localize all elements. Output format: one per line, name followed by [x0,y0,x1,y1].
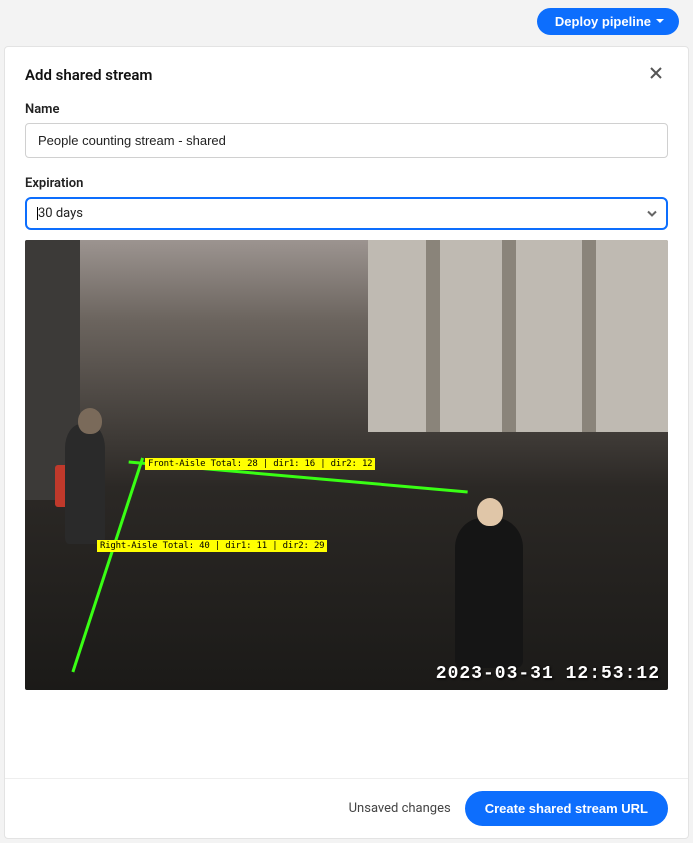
modal-footer: Unsaved changes Create shared stream URL [5,778,688,838]
expiration-value: 30 days [38,206,83,221]
deploy-pipeline-label: Deploy pipeline [555,14,651,29]
deploy-pipeline-button[interactable]: Deploy pipeline [537,8,679,35]
unsaved-changes-text: Unsaved changes [349,801,451,816]
create-shared-stream-button[interactable]: Create shared stream URL [465,791,668,826]
modal-header: Add shared stream [5,47,688,88]
name-input[interactable] [25,123,668,158]
modal-body: Name Expiration 30 days [5,88,688,778]
close-button[interactable] [644,61,668,88]
add-shared-stream-modal: Add shared stream Name Expiration 30 day… [4,46,689,839]
video-preview: Front-Aisle Total: 28 | dir1: 16 | dir2:… [25,240,668,690]
topbar: Deploy pipeline [0,0,693,42]
expiration-label: Expiration [25,176,668,191]
expiration-select[interactable]: 30 days [25,197,668,230]
video-timestamp: 2023-03-31 12:53:12 [436,664,660,684]
front-aisle-annotation: Front-Aisle Total: 28 | dir1: 16 | dir2:… [145,458,375,470]
close-icon [648,69,664,84]
name-label: Name [25,102,668,117]
chevron-down-icon [655,14,665,29]
right-aisle-annotation: Right-Aisle Total: 40 | dir1: 11 | dir2:… [97,540,327,552]
modal-title: Add shared stream [25,66,152,84]
